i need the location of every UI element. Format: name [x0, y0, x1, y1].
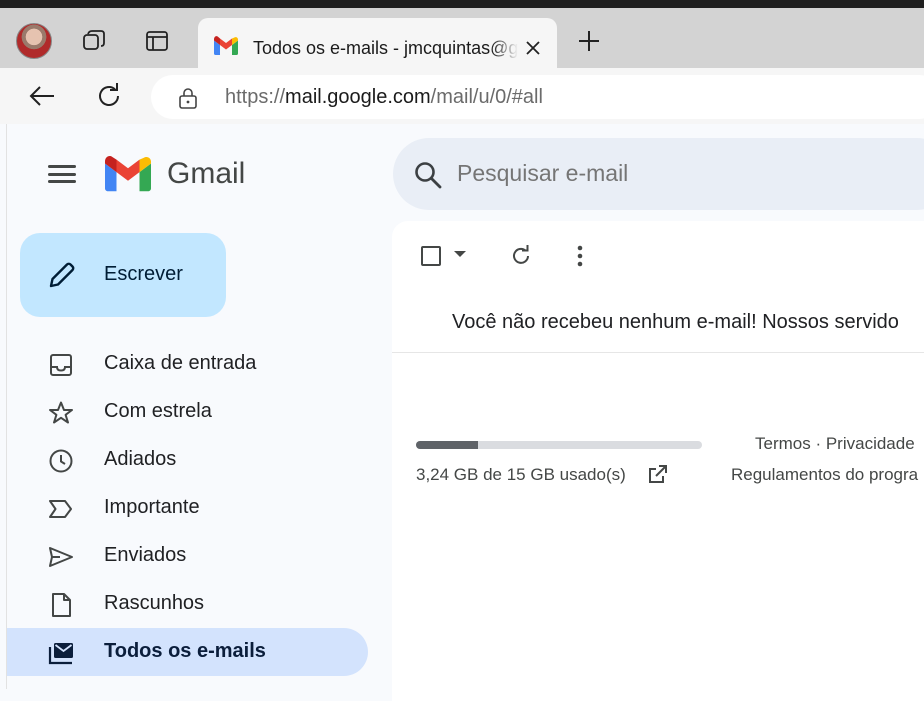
mail-list-panel: Você não recebeu nenhum e-mail! Nossos s… — [392, 221, 924, 701]
divider — [392, 352, 924, 353]
all-mail-icon — [47, 640, 75, 666]
url-host: mail.google.com — [285, 86, 431, 108]
workspaces-icon[interactable] — [80, 27, 108, 55]
url-text: https://mail.google.com/mail/u/0/#all — [225, 86, 543, 109]
external-link-icon[interactable] — [647, 463, 669, 485]
storage-progress-bar — [416, 441, 702, 449]
inbox-icon — [47, 352, 75, 378]
sidebar-item-all-mail[interactable]: Todos os e-mails — [7, 628, 368, 676]
sidebar-item-label: Importante — [104, 496, 200, 518]
compose-button[interactable]: Escrever — [20, 233, 226, 317]
main-menu-icon[interactable] — [47, 160, 77, 188]
url-path: /mail/u/0/#all — [430, 86, 543, 108]
sidebar-item-label: Enviados — [104, 544, 187, 566]
url-field[interactable]: https://mail.google.com/mail/u/0/#all — [151, 75, 924, 119]
compose-label: Escrever — [104, 263, 183, 285]
reload-icon[interactable] — [93, 80, 125, 112]
pencil-icon — [49, 262, 75, 288]
gmail-favicon-icon — [214, 36, 238, 55]
tab-actions-icon[interactable] — [143, 27, 171, 55]
select-dropdown-icon[interactable] — [454, 251, 466, 257]
new-tab-icon[interactable] — [574, 26, 604, 56]
tab-close-icon[interactable] — [520, 35, 546, 61]
footer-program-policies[interactable]: Regulamentos do progra — [731, 465, 918, 485]
sidebar-item-label: Com estrela — [104, 400, 212, 422]
clock-icon — [47, 448, 75, 474]
draft-icon — [47, 592, 75, 618]
sidebar-item-label: Rascunhos — [104, 592, 205, 614]
search-input[interactable] — [457, 160, 857, 187]
gmail-logo-icon[interactable] — [105, 156, 151, 192]
star-icon — [47, 400, 75, 426]
gmail-wordmark[interactable]: Gmail — [167, 157, 245, 191]
select-all-checkbox[interactable] — [421, 246, 441, 266]
sidebar-item-starred[interactable]: Com estrela — [7, 388, 368, 436]
empty-mailbox-message: Você não recebeu nenhum e-mail! Nossos s… — [452, 311, 899, 333]
back-icon[interactable] — [26, 80, 58, 112]
refresh-icon[interactable] — [509, 244, 533, 268]
window-top-edge — [0, 0, 924, 8]
gmail-page: Gmail Escrever Caixa de entrada Com estr… — [6, 124, 924, 701]
search-icon[interactable] — [413, 160, 443, 190]
more-options-icon[interactable] — [575, 244, 585, 268]
sidebar-nav: Caixa de entrada Com estrela Adiados Imp… — [7, 340, 387, 676]
address-bar-row: https://mail.google.com/mail/u/0/#all — [0, 68, 924, 124]
sidebar-item-important[interactable]: Importante — [7, 484, 368, 532]
lock-icon[interactable] — [178, 87, 198, 109]
storage-progress-fill — [416, 441, 478, 449]
sidebar-item-label: Todos os e-mails — [104, 640, 266, 662]
tab-title: Todos os e-mails - jmcquintas@gmail.com … — [253, 38, 518, 58]
search-bar[interactable] — [393, 138, 924, 210]
sidebar-item-sent[interactable]: Enviados — [7, 532, 368, 580]
sidebar-item-label: Adiados — [104, 448, 177, 470]
important-icon — [47, 496, 75, 522]
storage-usage-text: 3,24 GB de 15 GB usado(s) — [416, 465, 626, 484]
sidebar-item-inbox[interactable]: Caixa de entrada — [7, 340, 368, 388]
sidebar-item-snoozed[interactable]: Adiados — [7, 436, 368, 484]
footer-terms-privacy[interactable]: Termos · Privacidade — [755, 434, 915, 454]
send-icon — [47, 544, 75, 570]
tab-strip: Todos os e-mails - jmcquintas@gmail.com … — [0, 8, 924, 76]
sidebar-item-drafts[interactable]: Rascunhos — [7, 580, 368, 628]
url-prefix: https:// — [225, 86, 286, 108]
sidebar-item-label: Caixa de entrada — [104, 352, 257, 374]
profile-avatar[interactable] — [16, 23, 52, 59]
